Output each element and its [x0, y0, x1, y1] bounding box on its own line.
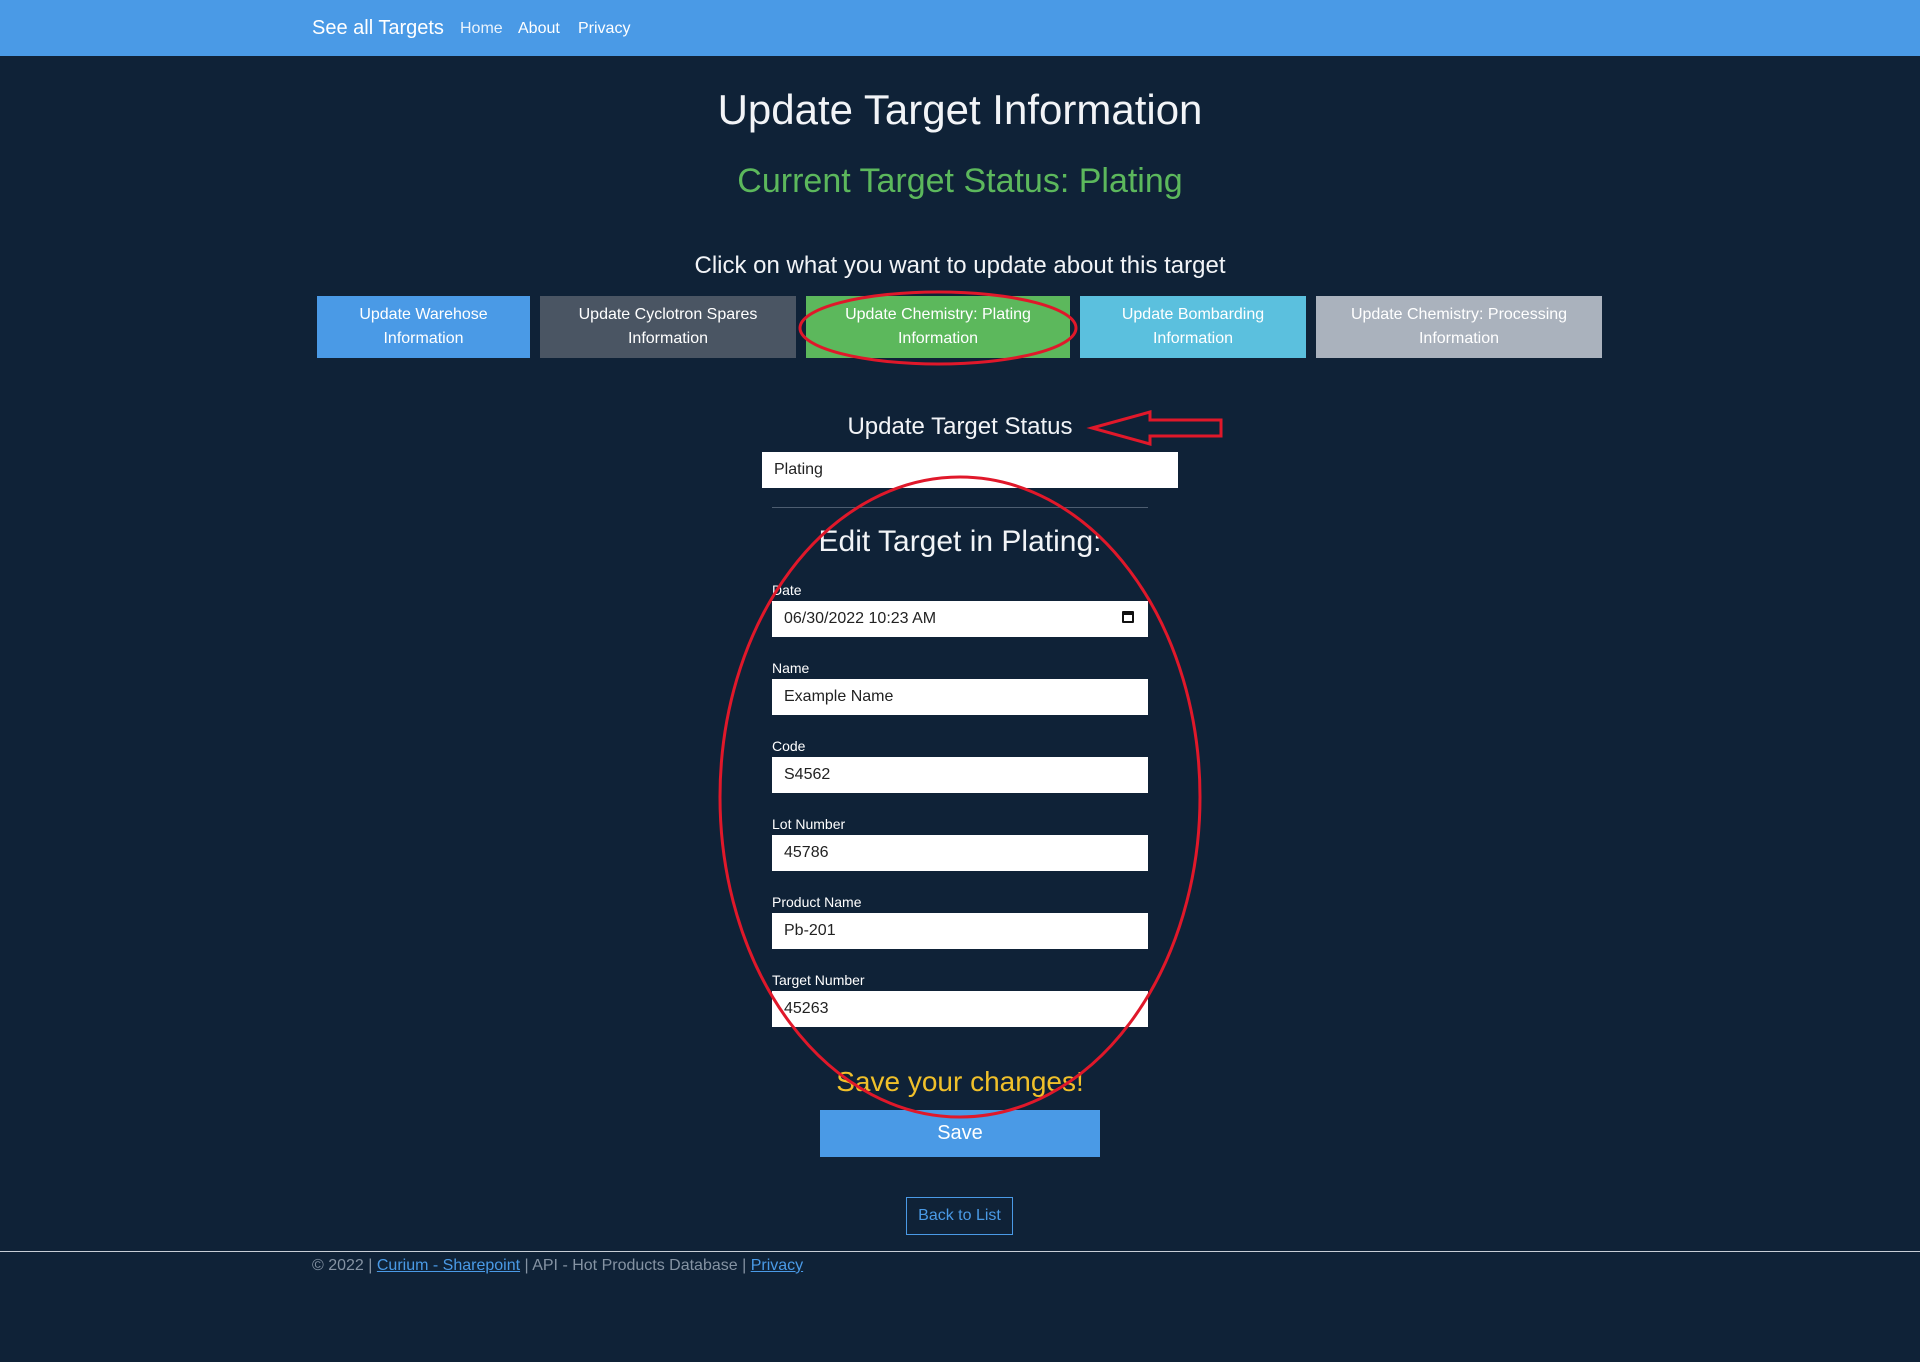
nav-home-link[interactable]: Home — [460, 20, 503, 38]
navbar: See all Targets Home About Privacy — [0, 0, 1920, 56]
footer: © 2022 | Curium - Sharepoint | API - Hot… — [312, 1257, 803, 1275]
footer-privacy-link[interactable]: Privacy — [751, 1257, 803, 1274]
product-name-field[interactable]: Pb-201 — [772, 913, 1148, 949]
brand-link[interactable]: See all Targets — [312, 17, 444, 40]
footer-divider — [0, 1251, 1920, 1252]
footer-copyright: © 2022 | — [312, 1257, 377, 1274]
target-number-label: Target Number — [772, 972, 865, 988]
page-title: Update Target Information — [717, 86, 1203, 133]
update-bombarding-button[interactable]: Update Bombarding Information — [1080, 296, 1306, 358]
code-field[interactable]: S4562 — [772, 757, 1148, 793]
update-status-label: Update Target Status — [847, 413, 1073, 440]
back-to-list-button[interactable]: Back to List — [906, 1197, 1013, 1235]
code-label: Code — [772, 738, 806, 754]
status-select[interactable]: Plating — [762, 452, 1178, 488]
lot-number-label: Lot Number — [772, 816, 846, 832]
date-field[interactable]: 06/30/2022 10:23 AM — [772, 601, 1148, 637]
date-value: 06/30/2022 10:23 AM — [784, 610, 937, 627]
product-name-label: Product Name — [772, 894, 862, 910]
nav-privacy-link[interactable]: Privacy — [578, 20, 630, 38]
update-chemistry-processing-button[interactable]: Update Chemistry: Processing Information — [1316, 296, 1602, 358]
footer-sharepoint-link[interactable]: Curium - Sharepoint — [377, 1257, 520, 1274]
update-cyclotron-spares-button[interactable]: Update Cyclotron Spares Information — [540, 296, 796, 358]
calendar-icon[interactable] — [1122, 611, 1134, 623]
footer-middle-text: | API - Hot Products Database | — [520, 1257, 751, 1274]
edit-form-heading: Edit Target in Plating: — [818, 525, 1102, 558]
target-number-field[interactable]: 45263 — [772, 991, 1148, 1027]
name-field[interactable]: Example Name — [772, 679, 1148, 715]
name-label: Name — [772, 660, 810, 676]
divider — [772, 507, 1148, 508]
current-status-heading: Current Target Status: Plating — [737, 162, 1183, 200]
update-warehouse-button[interactable]: Update Warehose Information — [317, 296, 530, 358]
save-button[interactable]: Save — [820, 1110, 1100, 1157]
update-chemistry-plating-button[interactable]: Update Chemistry: Plating Information — [806, 296, 1070, 358]
update-prompt: Click on what you want to update about t… — [694, 252, 1226, 279]
date-label: Date — [772, 582, 802, 598]
lot-number-field[interactable]: 45786 — [772, 835, 1148, 871]
save-prompt: Save your changes! — [836, 1066, 1084, 1097]
nav-about-link[interactable]: About — [518, 20, 560, 38]
